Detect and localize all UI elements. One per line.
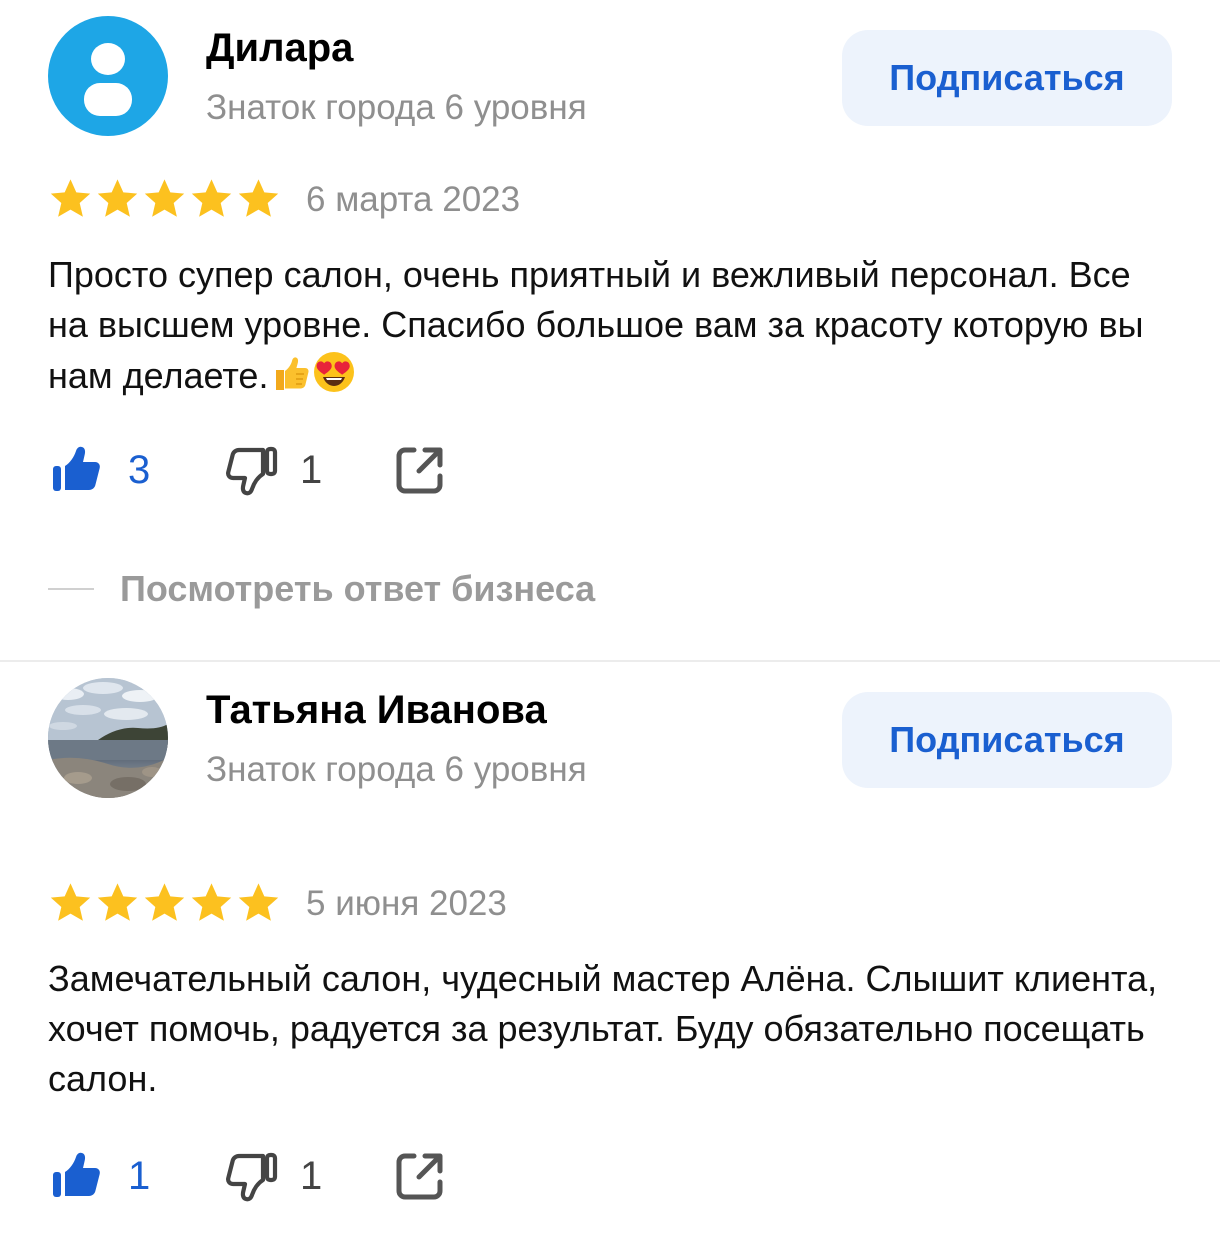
review-text: Просто супер салон, очень приятный и веж… <box>48 250 1178 401</box>
business-reply-label: Посмотреть ответ бизнеса <box>120 568 596 609</box>
share-button[interactable] <box>388 1144 452 1208</box>
review-actions: 3 1 <box>48 438 548 502</box>
review-date: 6 марта 2023 <box>306 180 521 219</box>
star-icon <box>238 883 279 921</box>
rating-stars <box>48 176 281 224</box>
thumbs-down-icon <box>226 1152 278 1202</box>
star-icon <box>50 179 91 217</box>
star-icon <box>97 883 138 921</box>
review-card: Дилара Знаток города 6 уровня Подписатьс… <box>0 0 1220 660</box>
seascape-photo-icon <box>48 678 168 798</box>
thumbs-up-emoji-icon <box>276 357 309 390</box>
business-reply-toggle[interactable]: Посмотреть ответ бизнеса <box>48 564 595 614</box>
star-icon <box>144 179 185 217</box>
default-person-icon <box>84 43 132 116</box>
like-button[interactable]: 3 <box>48 438 150 502</box>
dislike-count: 1 <box>300 1154 323 1198</box>
review-text: Замечательный салон, чудесный мастер Алё… <box>48 954 1178 1104</box>
subscribe-button[interactable]: Подписаться <box>842 30 1172 126</box>
thumbs-down-icon <box>226 446 278 496</box>
share-icon <box>396 1153 443 1200</box>
reply-dash <box>48 588 94 590</box>
review-text-body: Замечательный салон, чудесный мастер Алё… <box>48 958 1158 1099</box>
thumbs-up-icon <box>53 1152 100 1197</box>
heart-eyes-emoji-icon <box>314 352 355 392</box>
star-icon <box>191 179 232 217</box>
share-button[interactable] <box>388 438 452 502</box>
review-date: 5 июня 2023 <box>306 884 507 923</box>
star-icon <box>50 883 91 921</box>
author-name[interactable]: Дилара <box>206 24 353 72</box>
thumbs-up-icon <box>53 446 100 491</box>
star-icon <box>97 179 138 217</box>
star-icon <box>144 883 185 921</box>
like-button[interactable]: 1 <box>48 1144 150 1208</box>
author-level: Знаток города 6 уровня <box>206 750 587 789</box>
dislike-button[interactable]: 1 <box>220 1144 322 1208</box>
rating-stars <box>48 880 281 928</box>
star-icon <box>191 883 232 921</box>
like-count: 1 <box>128 1154 151 1198</box>
review-card: Татьяна Иванова Знаток города 6 уровня П… <box>0 662 1220 1240</box>
share-icon <box>396 447 443 494</box>
review-actions: 1 1 <box>48 1144 548 1208</box>
star-icon <box>238 179 279 217</box>
avatar[interactable] <box>48 16 168 136</box>
review-text-body: Просто супер салон, очень приятный и веж… <box>48 254 1144 396</box>
author-name[interactable]: Татьяна Иванова <box>206 686 547 734</box>
author-level: Знаток города 6 уровня <box>206 88 587 127</box>
dislike-button[interactable]: 1 <box>220 438 322 502</box>
avatar[interactable] <box>48 678 168 798</box>
dislike-count: 1 <box>300 448 323 492</box>
subscribe-button[interactable]: Подписаться <box>842 692 1172 788</box>
like-count: 3 <box>128 448 151 492</box>
